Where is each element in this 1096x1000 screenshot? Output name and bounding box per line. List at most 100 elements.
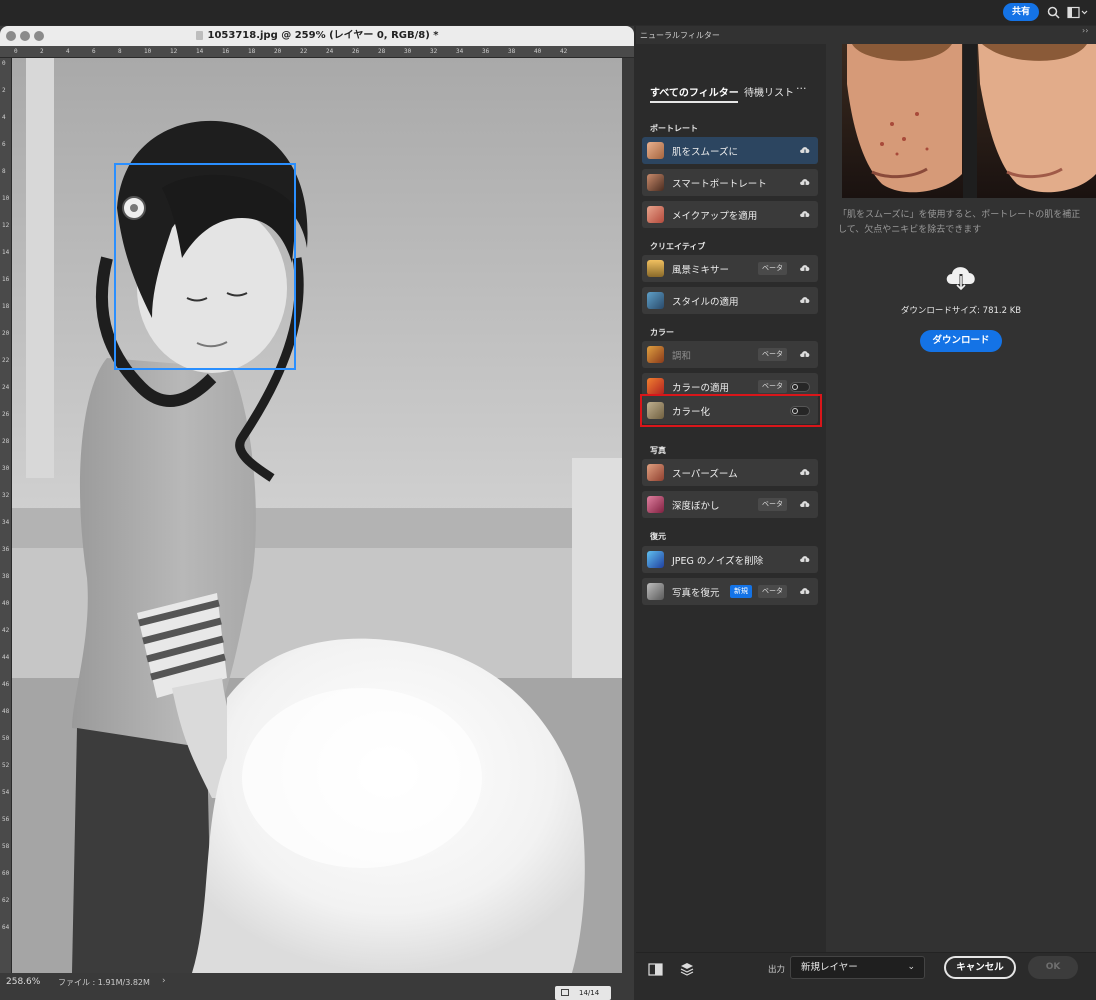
ruler-tick: 36 — [482, 48, 490, 55]
ruler-tick: 28 — [2, 438, 10, 445]
ruler-tick: 10 — [2, 195, 10, 202]
document-title-text: 1053718.jpg @ 259% (レイヤー 0, RGB/8) * — [207, 30, 439, 41]
filter-label: 肌をスムーズに — [672, 147, 739, 158]
ruler-tick: 20 — [274, 48, 282, 55]
download-button[interactable]: ダウンロード — [920, 330, 1002, 352]
status-menu-arrow[interactable]: › — [162, 976, 166, 986]
filter-super-zoom[interactable]: スーパーズーム — [642, 459, 818, 486]
ruler-tick: 6 — [2, 141, 6, 148]
filter-skin-smoothing[interactable]: 肌をスムーズに — [642, 137, 818, 164]
jpeg-artifacts-thumbnail — [647, 551, 664, 568]
filter-smart-portrait[interactable]: スマートポートレート — [642, 169, 818, 196]
filter-label: 写真を復元 — [672, 588, 720, 599]
beta-badge: ベータ — [758, 380, 787, 393]
ruler-tick: 8 — [118, 48, 122, 55]
ruler-tick: 46 — [2, 681, 10, 688]
depth-blur-thumbnail — [647, 496, 664, 513]
cloud-download-icon[interactable] — [799, 295, 811, 305]
vertical-ruler[interactable]: 0 2 4 6 8 10 12 14 16 18 20 22 24 26 28 30 32 34 36 38 40 42 4… — [0, 58, 12, 978]
cloud-download-icon[interactable] — [799, 349, 811, 359]
ruler-tick: 14 — [2, 249, 10, 256]
face-detection-box — [114, 163, 296, 370]
ruler-tick: 24 — [2, 384, 10, 391]
ok-button[interactable]: OK — [1028, 956, 1078, 979]
photo-restoration-thumbnail — [647, 583, 664, 600]
image-canvas[interactable] — [12, 58, 622, 973]
filter-jpeg-artifacts-removal[interactable]: JPEG のノイズを削除 — [642, 546, 818, 573]
cloud-download-icon[interactable] — [799, 209, 811, 219]
ruler-tick: 32 — [2, 492, 10, 499]
panel-bottom-bar: 出力 新規レイヤー ⌄ キャンセル OK — [636, 952, 1096, 1000]
filter-detail: 「肌をスムーズに」を使用すると、ポートレートの肌を補正して、欠点やニキビを除去で… — [826, 44, 1096, 952]
ruler-tick: 4 — [2, 114, 6, 121]
filter-label: スタイルの適用 — [672, 297, 739, 308]
share-button[interactable]: 共有 — [1003, 3, 1039, 21]
ruler-tick: 8 — [2, 168, 6, 175]
colorize-highlight-box — [640, 394, 822, 427]
document-file-icon — [195, 30, 203, 40]
filter-depth-blur[interactable]: 深度ぼかし ベータ — [642, 491, 818, 518]
filter-toggle[interactable] — [790, 382, 810, 392]
history-icon — [561, 989, 569, 996]
output-select[interactable]: 新規レイヤー ⌄ — [790, 956, 925, 979]
collapse-panel-icon[interactable]: ›› — [1082, 26, 1088, 35]
horizontal-ruler[interactable]: 0 2 4 6 8 10 12 14 16 18 20 22 24 26 28 30 32 34 36 38 40 42 — [0, 46, 634, 58]
ruler-tick: 16 — [2, 276, 10, 283]
ruler-tick: 24 — [326, 48, 334, 55]
before-after-preview — [842, 44, 1096, 198]
ruler-tick: 30 — [404, 48, 412, 55]
ruler-tick: 52 — [2, 762, 10, 769]
cloud-download-icon[interactable] — [799, 177, 811, 187]
layers-icon[interactable] — [679, 961, 695, 977]
filter-photo-restoration[interactable]: 写真を復元 新規 ベータ — [642, 578, 818, 605]
toggle-knob — [792, 384, 798, 390]
super-zoom-thumbnail — [647, 464, 664, 481]
cancel-button[interactable]: キャンセル — [944, 956, 1016, 979]
filter-label: 深度ぼかし — [672, 501, 720, 512]
filter-harmonization[interactable]: 調和 ベータ — [642, 341, 818, 368]
preview-split-icon[interactable] — [648, 963, 663, 976]
ruler-tick: 42 — [560, 48, 568, 55]
tab-waitlist[interactable]: 待機リスト — [744, 84, 794, 99]
history-count-text: 14/14 — [579, 989, 600, 997]
output-select-value: 新規レイヤー — [801, 962, 858, 973]
cloud-download-icon[interactable] — [799, 145, 811, 155]
filter-style-transfer[interactable]: スタイルの適用 — [642, 287, 818, 314]
cloud-download-icon[interactable] — [799, 263, 811, 273]
file-info[interactable]: ファイル : 1.91M/3.82M — [58, 977, 150, 988]
ruler-tick: 32 — [430, 48, 438, 55]
filter-label: JPEG のノイズを削除 — [672, 556, 764, 567]
vertical-scrollbar[interactable] — [622, 58, 634, 973]
filter-landscape-mixer[interactable]: 風景ミキサー ベータ — [642, 255, 818, 282]
search-icon[interactable] — [1047, 6, 1060, 19]
ruler-tick: 26 — [2, 411, 10, 418]
ruler-tick: 38 — [508, 48, 516, 55]
ruler-tick: 48 — [2, 708, 10, 715]
smart-portrait-thumbnail — [647, 174, 664, 191]
document-status-bar: 258.6% ファイル : 1.91M/3.82M › 14/14 — [0, 973, 634, 1000]
more-options-icon[interactable]: ··· — [796, 82, 807, 95]
cloud-download-icon[interactable] — [799, 499, 811, 509]
panel-tab-title[interactable]: ニューラルフィルター — [640, 30, 720, 41]
filter-makeup-transfer[interactable]: メイクアップを適用 — [642, 201, 818, 228]
workspace-icon[interactable] — [1067, 6, 1089, 19]
ruler-tick: 64 — [2, 924, 10, 931]
filter-label: カラーの適用 — [672, 383, 730, 394]
beta-badge: ベータ — [758, 498, 787, 511]
cloud-download-icon[interactable] — [799, 554, 811, 564]
ruler-tick: 14 — [196, 48, 204, 55]
ruler-tick: 12 — [170, 48, 178, 55]
section-restore: 復元 — [650, 532, 666, 541]
filter-label: メイクアップを適用 — [672, 211, 758, 222]
tab-all-filters[interactable]: すべてのフィルター — [650, 84, 739, 99]
zoom-level[interactable]: 258.6% — [6, 977, 40, 987]
ruler-tick: 58 — [2, 843, 10, 850]
cloud-download-icon[interactable] — [799, 586, 811, 596]
ruler-tick: 54 — [2, 789, 10, 796]
ruler-tick: 2 — [40, 48, 44, 55]
cloud-download-icon[interactable] — [944, 262, 978, 292]
ruler-tick: 12 — [2, 222, 10, 229]
ruler-tick: 18 — [248, 48, 256, 55]
photo-image — [12, 58, 622, 973]
cloud-download-icon[interactable] — [799, 467, 811, 477]
